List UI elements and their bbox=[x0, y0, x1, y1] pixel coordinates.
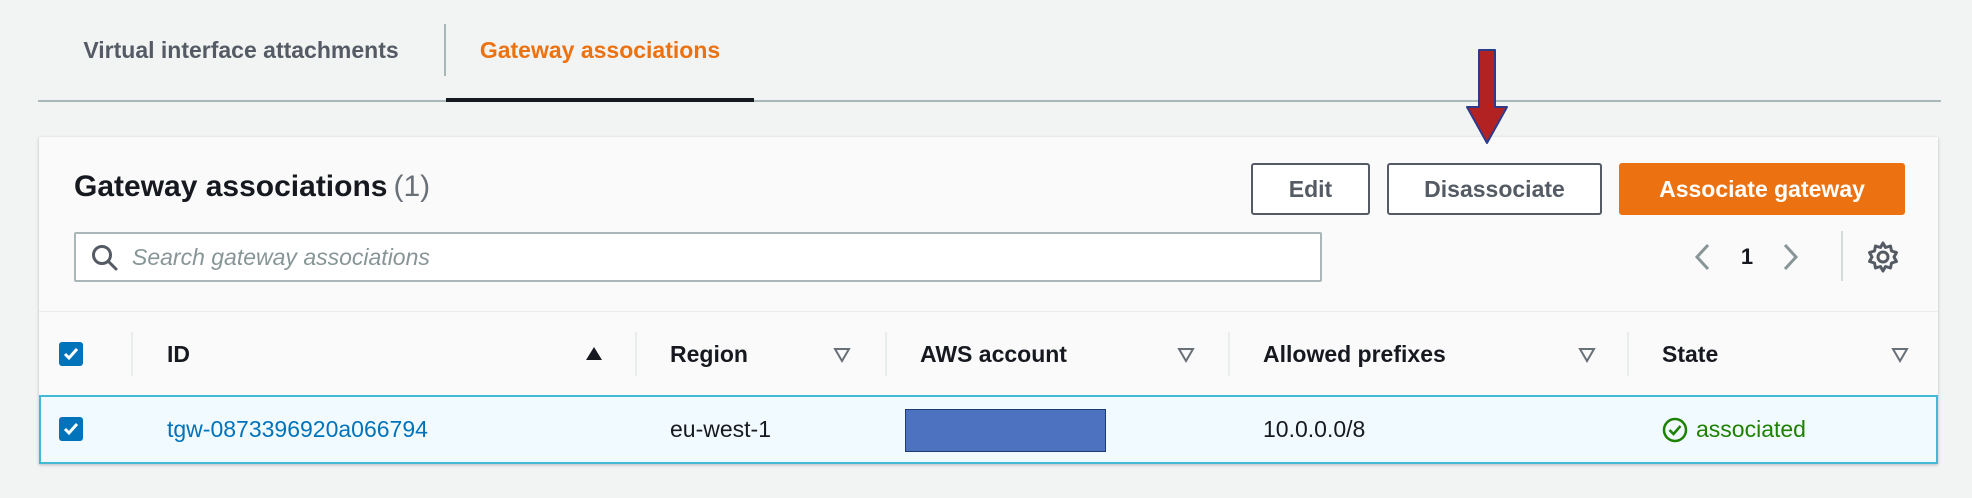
state-status: associated bbox=[1696, 416, 1806, 442]
row-select-checkbox[interactable] bbox=[59, 417, 83, 441]
disassociate-button[interactable]: Disassociate bbox=[1387, 163, 1602, 215]
search-input[interactable] bbox=[132, 234, 1312, 280]
column-divider bbox=[635, 332, 637, 376]
next-page-button[interactable] bbox=[1776, 237, 1806, 277]
checkbox-checked-icon bbox=[63, 423, 79, 436]
checkbox-checked-icon bbox=[63, 348, 79, 361]
item-count: (1) bbox=[393, 170, 431, 203]
panel-header: Gateway associations (1) Edit Disassociat… bbox=[39, 137, 1938, 311]
sort-down-icon[interactable] bbox=[1176, 344, 1196, 364]
chevron-left-icon bbox=[1694, 243, 1710, 271]
panel-title-text: Gateway associations bbox=[74, 170, 388, 203]
gateway-associations-panel: Gateway associations (1) Edit Disassociat… bbox=[39, 137, 1938, 464]
tab-gateway-associations[interactable]: Gateway associations bbox=[446, 0, 754, 102]
column-divider bbox=[1627, 332, 1629, 376]
sort-down-icon[interactable] bbox=[832, 344, 852, 364]
redacted-aws-account bbox=[905, 409, 1106, 452]
associate-gateway-button[interactable]: Associate gateway bbox=[1619, 163, 1905, 215]
table-header: ID Region AWS account Allowed prefixes S… bbox=[39, 311, 1938, 395]
gear-icon[interactable] bbox=[1866, 240, 1900, 274]
column-divider bbox=[1228, 332, 1230, 376]
region-cell: eu-west-1 bbox=[670, 416, 771, 442]
tab-virtual-interface-attachments[interactable]: Virtual interface attachments bbox=[38, 0, 444, 100]
table-row[interactable]: tgw-0873396920a066794 eu-west-1 10.0.0.0… bbox=[39, 395, 1938, 464]
panel-title: Gateway associations (1) bbox=[74, 170, 430, 204]
sort-down-icon[interactable] bbox=[1890, 344, 1910, 364]
search-icon bbox=[92, 245, 118, 271]
select-all-checkbox[interactable] bbox=[59, 342, 83, 366]
gateway-id-link[interactable]: tgw-0873396920a066794 bbox=[167, 397, 428, 462]
chevron-right-icon bbox=[1783, 243, 1799, 271]
allowed-prefixes-cell: 10.0.0.0/8 bbox=[1263, 416, 1366, 442]
column-divider bbox=[885, 332, 887, 376]
tab-bar: Virtual interface attachments Gateway as… bbox=[38, 0, 1941, 102]
column-header-id[interactable]: ID bbox=[167, 312, 190, 396]
search-box bbox=[74, 232, 1322, 282]
column-header-allowed-prefixes[interactable]: Allowed prefixes bbox=[1263, 312, 1446, 396]
column-header-region[interactable]: Region bbox=[670, 312, 748, 396]
pagination-divider bbox=[1841, 231, 1843, 281]
current-page-number[interactable]: 1 bbox=[1732, 237, 1762, 277]
column-header-aws-account[interactable]: AWS account bbox=[920, 312, 1067, 396]
annotation-arrow-icon bbox=[1466, 49, 1508, 144]
sort-up-icon[interactable] bbox=[584, 344, 604, 364]
previous-page-button[interactable] bbox=[1687, 237, 1717, 277]
check-circle-icon bbox=[1662, 417, 1688, 443]
sort-down-icon[interactable] bbox=[1577, 344, 1597, 364]
column-divider bbox=[131, 332, 133, 376]
column-header-state[interactable]: State bbox=[1662, 312, 1718, 396]
edit-button[interactable]: Edit bbox=[1251, 163, 1370, 215]
